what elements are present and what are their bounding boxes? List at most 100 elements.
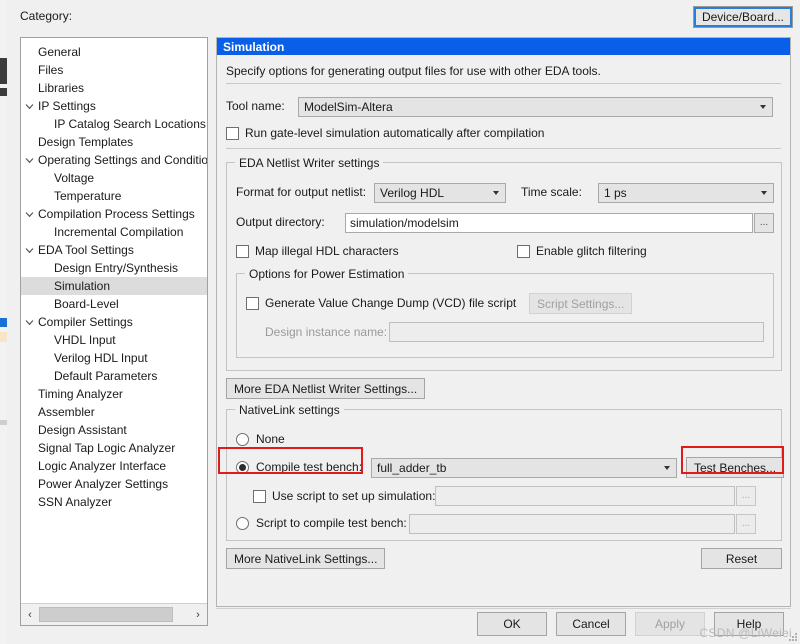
script-compile-label: Script to compile test bench: — [256, 516, 407, 530]
timescale-label: Time scale: — [521, 185, 582, 199]
tree-item-eda-tool-settings[interactable]: EDA Tool Settings — [21, 241, 207, 259]
format-label: Format for output netlist: — [236, 185, 367, 199]
output-dir-browse-button[interactable]: ... — [754, 213, 774, 233]
tree-item-label: IP Catalog Search Locations — [54, 117, 206, 131]
script-compile-radio[interactable] — [236, 516, 249, 530]
glitch-filter-row[interactable]: Enable glitch filtering — [517, 244, 647, 258]
cancel-button[interactable]: Cancel — [556, 612, 626, 636]
use-script-row[interactable]: Use script to set up simulation: — [253, 489, 435, 503]
glitch-filter-label: Enable glitch filtering — [536, 244, 647, 258]
chevron-down-icon[interactable] — [21, 318, 37, 327]
tree-item-design-assistant[interactable]: Design Assistant — [21, 421, 207, 439]
background-window-sliver — [0, 0, 7, 644]
more-nativelink-settings-button[interactable]: More NativeLink Settings... — [226, 548, 386, 569]
chevron-down-icon — [664, 466, 670, 470]
tree-horizontal-scrollbar[interactable]: ‹ › — [21, 603, 207, 625]
tree-item-board-level[interactable]: Board-Level — [21, 295, 207, 313]
tree-item-label: IP Settings — [38, 99, 96, 113]
chevron-down-icon[interactable] — [21, 156, 37, 165]
chevron-down-icon[interactable] — [21, 246, 37, 255]
test-benches-button[interactable]: Test Benches... — [686, 457, 785, 478]
map-illegal-row[interactable]: Map illegal HDL characters — [236, 244, 399, 258]
divider-top — [226, 83, 781, 84]
device-board-button[interactable]: Device/Board... — [692, 6, 793, 28]
apply-button[interactable]: Apply — [635, 612, 705, 636]
tree-item-design-templates[interactable]: Design Templates — [21, 133, 207, 151]
tree-item-label: Assembler — [38, 405, 95, 419]
use-script-checkbox[interactable] — [253, 489, 266, 503]
tree-item-signal-tap-logic-analyzer[interactable]: Signal Tap Logic Analyzer — [21, 439, 207, 457]
script-settings-button[interactable]: Script Settings... — [529, 293, 633, 314]
compile-testbench-radio[interactable] — [236, 460, 249, 474]
tree-item-temperature[interactable]: Temperature — [21, 187, 207, 205]
chevron-down-icon[interactable] — [21, 210, 37, 219]
nativelink-none-row[interactable]: None — [236, 432, 285, 446]
design-instance-row: Design instance name: — [265, 325, 387, 339]
tree-item-voltage[interactable]: Voltage — [21, 169, 207, 187]
scroll-left-arrow-icon[interactable]: ‹ — [21, 605, 39, 625]
tree-item-operating-settings-and-conditions[interactable]: Operating Settings and Conditions — [21, 151, 207, 169]
tree-item-label: Board-Level — [54, 297, 119, 311]
tree-item-label: Signal Tap Logic Analyzer — [38, 441, 176, 455]
tree-item-power-analyzer-settings[interactable]: Power Analyzer Settings — [21, 475, 207, 493]
compile-testbench-row[interactable]: Compile test bench: — [236, 460, 362, 474]
tree-item-verilog-hdl-input[interactable]: Verilog HDL Input — [21, 349, 207, 367]
map-illegal-checkbox[interactable] — [236, 244, 249, 258]
ok-button[interactable]: OK — [477, 612, 547, 636]
tree-item-logic-analyzer-interface[interactable]: Logic Analyzer Interface — [21, 457, 207, 475]
panel-title: Simulation — [217, 38, 790, 55]
vcd-label: Generate Value Change Dump (VCD) file sc… — [265, 296, 517, 310]
tree-item-assembler[interactable]: Assembler — [21, 403, 207, 421]
tree-item-default-parameters[interactable]: Default Parameters — [21, 367, 207, 385]
tree-item-incremental-compilation[interactable]: Incremental Compilation — [21, 223, 207, 241]
cancel-button-wrap: Cancel — [556, 612, 626, 636]
scroll-right-arrow-icon[interactable]: › — [189, 605, 207, 625]
map-illegal-label: Map illegal HDL characters — [255, 244, 399, 258]
run-gate-level-row[interactable]: Run gate-level simulation automatically … — [226, 126, 544, 140]
tree-item-compilation-process-settings[interactable]: Compilation Process Settings — [21, 205, 207, 223]
run-gate-level-checkbox[interactable] — [226, 126, 239, 140]
tree-item-general[interactable]: General — [21, 43, 207, 61]
power-estimation-group: Options for Power Estimation Generate Va… — [236, 267, 774, 358]
vcd-row[interactable]: Generate Value Change Dump (VCD) file sc… — [246, 296, 516, 310]
script-compile-row[interactable]: Script to compile test bench: — [236, 516, 407, 530]
more-eda-netlist-settings-button[interactable]: More EDA Netlist Writer Settings... — [226, 378, 426, 399]
scrollbar-track[interactable] — [39, 605, 189, 625]
script-compile-input[interactable] — [409, 514, 735, 534]
tree-item-timing-analyzer[interactable]: Timing Analyzer — [21, 385, 207, 403]
tree-item-ip-settings[interactable]: IP Settings — [21, 97, 207, 115]
design-instance-input[interactable] — [389, 322, 764, 342]
tree-item-libraries[interactable]: Libraries — [21, 79, 207, 97]
tree-item-compiler-settings[interactable]: Compiler Settings — [21, 313, 207, 331]
tree-item-label: Verilog HDL Input — [54, 351, 148, 365]
use-script-browse-button[interactable]: ... — [736, 486, 756, 506]
tool-name-combo[interactable]: ModelSim-Altera — [298, 97, 773, 117]
tree-item-label: Default Parameters — [54, 369, 158, 383]
category-tree-list[interactable]: General Files Libraries IP Settings IP Catal… — [21, 43, 207, 603]
format-combo[interactable]: Verilog HDL — [374, 183, 506, 203]
simulation-settings-panel: Simulation Specify options for generatin… — [216, 37, 791, 607]
tree-item-label: Files — [38, 63, 64, 77]
script-compile-browse-button[interactable]: ... — [736, 514, 756, 534]
tree-item-simulation[interactable]: Simulation — [21, 277, 207, 295]
timescale-combo[interactable]: 1 ps — [598, 183, 774, 203]
tree-item-vhdl-input[interactable]: VHDL Input — [21, 331, 207, 349]
chevron-down-icon[interactable] — [21, 102, 37, 111]
use-script-input[interactable] — [435, 486, 735, 506]
scrollbar-thumb[interactable] — [39, 606, 173, 622]
tree-item-ssn-analyzer[interactable]: SSN Analyzer — [21, 493, 207, 511]
glitch-filter-checkbox[interactable] — [517, 244, 530, 258]
tree-item-design-entry-synthesis[interactable]: Design Entry/Synthesis — [21, 259, 207, 277]
tree-item-label: Logic Analyzer Interface — [38, 459, 167, 473]
resize-grip-icon[interactable] — [789, 633, 798, 642]
nativelink-none-radio[interactable] — [236, 432, 249, 446]
compile-testbench-combo[interactable]: full_adder_tb — [371, 458, 677, 478]
divider-mid — [226, 148, 781, 149]
tree-item-ip-catalog-search-locations[interactable]: IP Catalog Search Locations — [21, 115, 207, 133]
output-dir-input[interactable]: simulation/modelsim — [345, 213, 753, 233]
footer-divider — [216, 608, 791, 609]
reset-button[interactable]: Reset — [701, 548, 782, 569]
tree-item-files[interactable]: Files — [21, 61, 207, 79]
vcd-checkbox[interactable] — [246, 296, 259, 310]
tree-item-label: Power Analyzer Settings — [38, 477, 169, 491]
